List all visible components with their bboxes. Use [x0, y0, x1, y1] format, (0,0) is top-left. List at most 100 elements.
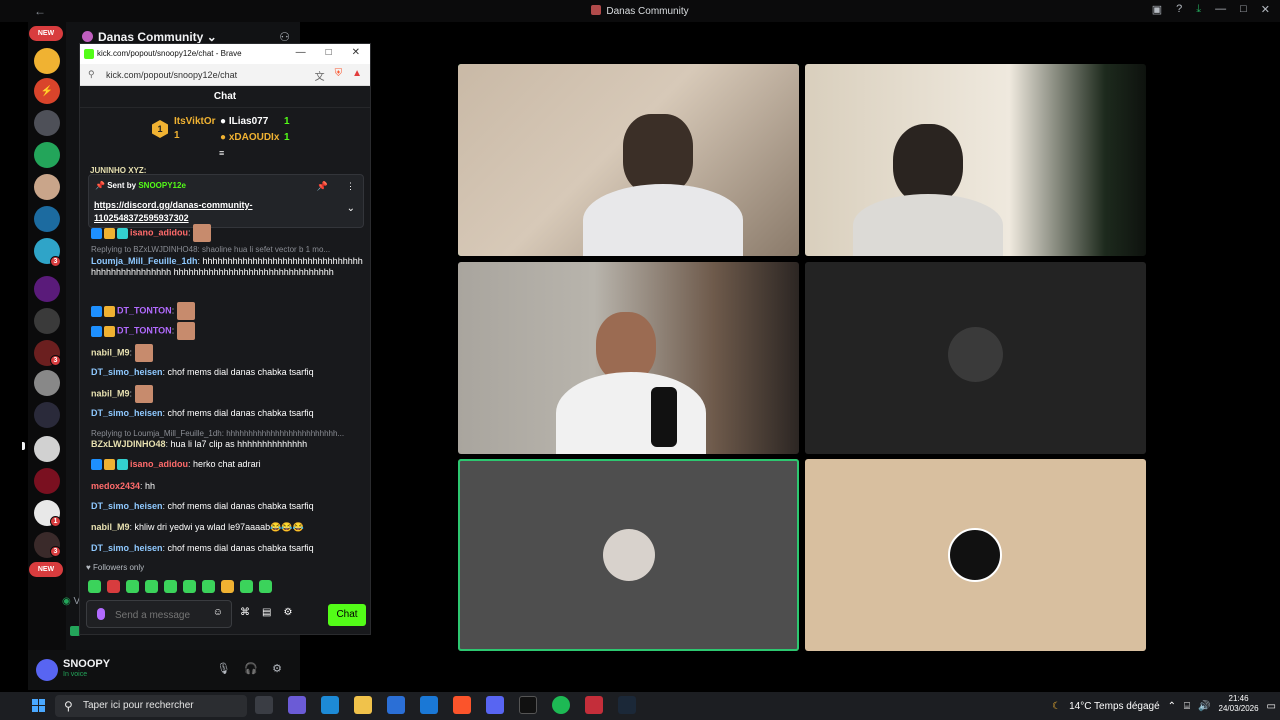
address-bar[interactable]: ⚲ kick.com/popout/snoopy12e/chat 文 ⛨ ▲ — [80, 64, 370, 86]
chat-message: DT_simo_heisen: chof mems dial danas cha… — [91, 408, 314, 418]
chat-input[interactable] — [115, 607, 205, 623]
moon-icon: ☾ — [1052, 700, 1062, 712]
task-view-icon[interactable] — [255, 696, 273, 714]
video-tile[interactable] — [805, 64, 1146, 256]
server-icon[interactable] — [34, 402, 60, 428]
emote[interactable] — [164, 580, 177, 593]
chevron-up-icon[interactable]: ⌃ — [1168, 701, 1176, 712]
emote-bar — [88, 580, 272, 593]
taskbar-search[interactable]: ⚲ Taper ici pour rechercher — [55, 695, 247, 717]
chat-message: nabil_M9: — [91, 385, 367, 403]
outlook-icon[interactable] — [420, 696, 438, 714]
send-chat-button[interactable]: Chat — [328, 604, 366, 626]
status-indicator — [70, 626, 80, 636]
emoji-icon[interactable]: ☺ — [213, 607, 223, 618]
download-icon[interactable]: ⤓ — [1196, 3, 1201, 16]
minimize-icon[interactable]: — — [296, 47, 306, 58]
notification-icon[interactable]: ▭ — [1267, 701, 1276, 712]
headphones-icon[interactable]: 🎧 — [244, 662, 258, 675]
settings-icon[interactable]: ⚙ — [283, 607, 292, 618]
site-info-icon[interactable]: ⚲ — [88, 69, 95, 80]
maximize-icon[interactable]: □ — [326, 47, 332, 58]
discord-icon[interactable] — [34, 110, 60, 136]
inbox-icon[interactable]: ▣ — [1152, 3, 1162, 16]
obs-icon[interactable] — [519, 696, 537, 714]
pinned-sender: 📌 Sent by SNOOPY12e — [95, 181, 186, 190]
leader-name: ● xDAOUDIx — [220, 132, 280, 143]
maximize-icon[interactable]: □ — [1240, 3, 1247, 16]
server-icon[interactable] — [34, 468, 60, 494]
leader-count: 1 — [174, 130, 180, 141]
server-icon[interactable] — [34, 370, 60, 396]
copilot-icon[interactable] — [288, 696, 306, 714]
server-icon[interactable] — [34, 206, 60, 232]
server-icon[interactable]: ⚡ — [34, 78, 60, 104]
network-icon[interactable]: ⌸ — [1184, 701, 1190, 712]
microphone-icon[interactable] — [97, 608, 105, 620]
emote — [176, 302, 195, 320]
store-icon[interactable] — [387, 696, 405, 714]
server-icon[interactable] — [34, 308, 60, 334]
rss-icon: ◉ — [62, 596, 71, 607]
avatar — [948, 327, 1003, 382]
pinned-link[interactable]: https://discord.gg/danas-community-11025… — [94, 199, 269, 225]
weather-text[interactable]: 14°C Temps dégagé — [1069, 701, 1160, 712]
emote[interactable] — [145, 580, 158, 593]
server-icon[interactable] — [34, 276, 60, 302]
add-member-icon[interactable]: ⚇ — [279, 30, 290, 44]
video-tile[interactable] — [458, 64, 799, 256]
discord-icon[interactable] — [34, 142, 60, 168]
edge-icon[interactable] — [321, 696, 339, 714]
translate-icon[interactable]: 文 — [315, 68, 325, 83]
avatar[interactable] — [36, 659, 58, 681]
settings-icon[interactable]: ⚙ — [272, 662, 282, 675]
server-icon[interactable] — [34, 48, 60, 74]
server-name[interactable]: Danas Community ⌄ — [82, 30, 217, 44]
video-tile[interactable] — [805, 262, 1146, 454]
user-panel: SNOOPY In voice 🎙 🎧 ⚙ — [28, 650, 300, 690]
mention-badge: 3 — [50, 355, 61, 366]
store-icon[interactable]: ▤ — [262, 607, 271, 618]
chat-message: medox2434: hh — [91, 481, 156, 491]
emote[interactable] — [259, 580, 272, 593]
clock[interactable]: 21:46 24/03/2026 — [1219, 694, 1259, 714]
emote[interactable] — [221, 580, 234, 593]
help-icon[interactable]: ? — [1176, 3, 1182, 16]
more-icon[interactable]: ⋮ — [346, 181, 355, 192]
server-rail: NEW ⚡ 3 3 1 3 NEW — [22, 22, 66, 650]
video-tile[interactable] — [458, 262, 799, 454]
emote[interactable] — [88, 580, 101, 593]
app-icon[interactable] — [585, 696, 603, 714]
server-icon[interactable] — [34, 436, 60, 462]
chevron-down-icon[interactable]: ⌄ — [347, 203, 355, 214]
pin-icon[interactable]: 📌 — [317, 181, 328, 192]
server-icon[interactable] — [34, 174, 60, 200]
steam-icon[interactable] — [618, 696, 636, 714]
volume-icon[interactable]: 🔊 — [1198, 701, 1210, 712]
avatar — [603, 529, 655, 581]
emote[interactable] — [240, 580, 253, 593]
close-icon[interactable]: ✕ — [352, 47, 360, 58]
url-text[interactable]: kick.com/popout/snoopy12e/chat — [106, 70, 237, 80]
cmd-icon[interactable]: ⌘ — [240, 607, 250, 618]
emote[interactable] — [126, 580, 139, 593]
brave-icon[interactable] — [453, 696, 471, 714]
close-icon[interactable]: ✕ — [1261, 3, 1270, 16]
expand-icon[interactable]: ≡ — [219, 148, 224, 158]
video-tile[interactable] — [458, 459, 799, 651]
window-title: Danas Community — [0, 5, 1280, 17]
username: SNOOPY — [63, 658, 111, 670]
microphone-icon[interactable]: 🎙 — [216, 662, 230, 675]
emote[interactable] — [202, 580, 215, 593]
emote[interactable] — [183, 580, 196, 593]
minimize-icon[interactable]: — — [1215, 3, 1226, 16]
spotify-icon[interactable] — [552, 696, 570, 714]
emote — [134, 385, 153, 403]
video-tile[interactable] — [805, 459, 1146, 651]
brave-shield-icon[interactable]: ⛨ — [335, 68, 343, 83]
brave-rewards-icon[interactable]: ▲ — [352, 68, 362, 83]
file-explorer-icon[interactable] — [354, 696, 372, 714]
discord-icon[interactable] — [486, 696, 504, 714]
windows-start-icon[interactable] — [32, 699, 45, 712]
emote[interactable] — [107, 580, 120, 593]
